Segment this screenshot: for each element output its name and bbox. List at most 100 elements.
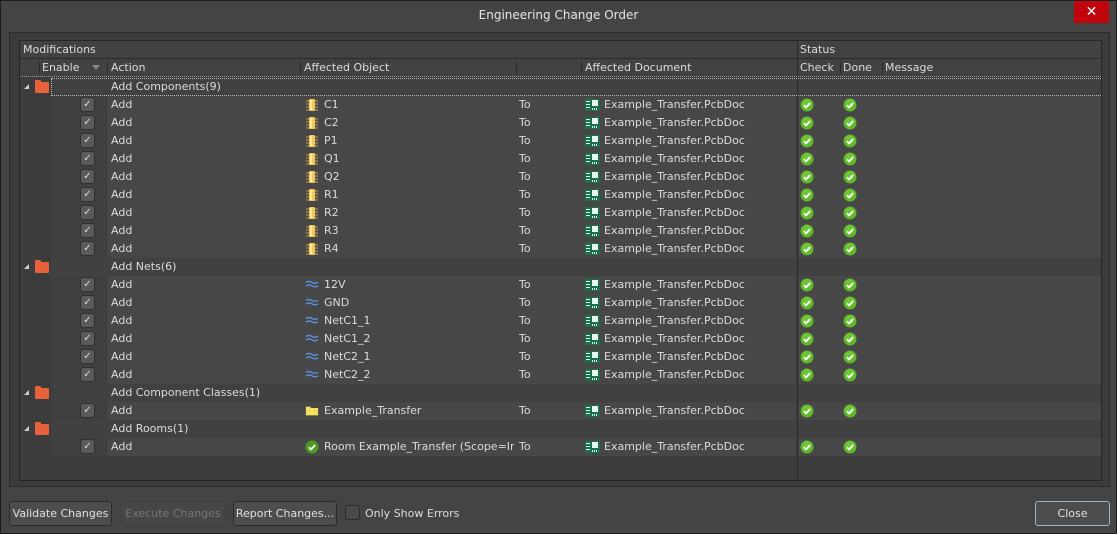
action-cell: Add: [111, 152, 133, 165]
header-affected-object[interactable]: Affected Object: [304, 61, 389, 74]
table-row[interactable]: ✓ Add Example_Transfer To Example_Transf…: [20, 402, 1101, 420]
header-action[interactable]: Action: [111, 61, 145, 74]
header-separator: [300, 62, 301, 74]
affected-document-cell: Example_Transfer.PcbDoc: [604, 314, 745, 327]
report-changes-button[interactable]: Report Changes...: [233, 501, 337, 526]
pcb-document-icon: [585, 135, 600, 147]
action-cell: Add: [111, 440, 133, 453]
grid-rows: Add Components(9) ✓ Add C1 To Example_Tr…: [20, 78, 1101, 456]
table-row[interactable]: ✓ Add C2 To Example_Transfer.PcbDoc: [20, 114, 1101, 132]
pcb-document-icon: [585, 333, 600, 345]
enable-checkbox[interactable]: ✓: [80, 151, 95, 166]
pcb-document-icon: [585, 117, 600, 129]
affected-object-cell: Example_Transfer: [324, 404, 422, 417]
to-cell: To: [519, 206, 531, 219]
enable-checkbox[interactable]: ✓: [80, 295, 95, 310]
table-row[interactable]: ✓ Add R1 To Example_Transfer.PcbDoc: [20, 186, 1101, 204]
group-row[interactable]: Add Components(9): [20, 78, 1101, 96]
group-row[interactable]: Add Nets(6): [20, 258, 1101, 276]
pcb-document-icon: [585, 369, 600, 381]
only-show-errors-label[interactable]: Only Show Errors: [365, 507, 459, 520]
close-icon[interactable]: ✕: [1074, 1, 1109, 23]
pcb-document-icon: [585, 189, 600, 201]
action-cell: Add: [111, 98, 133, 111]
collapse-icon[interactable]: [24, 426, 29, 431]
to-cell: To: [519, 188, 531, 201]
enable-checkbox[interactable]: ✓: [80, 187, 95, 202]
affected-object-cell: Q2: [324, 170, 340, 183]
header-done[interactable]: Done: [843, 61, 872, 74]
header-enable[interactable]: Enable: [42, 61, 79, 74]
component-icon: [305, 206, 319, 220]
table-row[interactable]: ✓ Add R4 To Example_Transfer.PcbDoc: [20, 240, 1101, 258]
header-separator: [107, 62, 108, 74]
check-ok-icon: [800, 170, 814, 184]
header-affected-document[interactable]: Affected Document: [585, 61, 691, 74]
affected-document-cell: Example_Transfer.PcbDoc: [604, 296, 745, 309]
execute-changes-button[interactable]: Execute Changes: [121, 501, 225, 526]
to-cell: To: [519, 332, 531, 345]
collapse-icon[interactable]: [24, 264, 29, 269]
affected-object-cell: C2: [324, 116, 339, 129]
dialog-footer: Validate Changes Execute Changes Report …: [1, 488, 1116, 534]
affected-document-cell: Example_Transfer.PcbDoc: [604, 440, 745, 453]
to-cell: To: [519, 278, 531, 291]
table-row[interactable]: ✓ Add GND To Example_Transfer.PcbDoc: [20, 294, 1101, 312]
affected-object-cell: Room Example_Transfer (Scope=InComponent…: [324, 440, 514, 453]
check-ok-icon: [800, 224, 814, 238]
enable-checkbox[interactable]: ✓: [80, 349, 95, 364]
enable-checkbox[interactable]: ✓: [80, 223, 95, 238]
enable-checkbox[interactable]: ✓: [80, 133, 95, 148]
table-row[interactable]: ✓ Add NetC1_2 To Example_Transfer.PcbDoc: [20, 330, 1101, 348]
enable-checkbox[interactable]: ✓: [80, 331, 95, 346]
pcb-document-icon: [585, 171, 600, 183]
table-row[interactable]: ✓ Add C1 To Example_Transfer.PcbDoc: [20, 96, 1101, 114]
enable-checkbox[interactable]: ✓: [80, 241, 95, 256]
enable-checkbox[interactable]: ✓: [80, 205, 95, 220]
check-ok-icon: [800, 152, 814, 166]
enable-checkbox[interactable]: ✓: [80, 169, 95, 184]
check-ok-icon: [800, 188, 814, 202]
table-row[interactable]: ✓ Add 12V To Example_Transfer.PcbDoc: [20, 276, 1101, 294]
action-cell: Add: [111, 332, 133, 345]
affected-object-cell: 12V: [324, 278, 346, 291]
enable-checkbox[interactable]: ✓: [80, 439, 95, 454]
pcb-document-icon: [585, 153, 600, 165]
group-row[interactable]: Add Component Classes(1): [20, 384, 1101, 402]
table-row[interactable]: ✓ Add NetC2_2 To Example_Transfer.PcbDoc: [20, 366, 1101, 384]
table-row[interactable]: ✓ Add Q1 To Example_Transfer.PcbDoc: [20, 150, 1101, 168]
group-row[interactable]: Add Rooms(1): [20, 420, 1101, 438]
collapse-icon[interactable]: [24, 390, 29, 395]
component-icon: [305, 170, 319, 184]
enable-checkbox[interactable]: ✓: [80, 403, 95, 418]
header-check[interactable]: Check: [800, 61, 834, 74]
enable-checkbox[interactable]: ✓: [80, 313, 95, 328]
validate-changes-button[interactable]: Validate Changes: [9, 501, 112, 526]
dialog-title: Engineering Change Order: [478, 8, 639, 22]
to-cell: To: [519, 152, 531, 165]
header-separator: [581, 62, 582, 74]
table-row[interactable]: ✓ Add NetC1_1 To Example_Transfer.PcbDoc: [20, 312, 1101, 330]
folder-icon: [35, 422, 49, 435]
table-row[interactable]: ✓ Add NetC2_1 To Example_Transfer.PcbDoc: [20, 348, 1101, 366]
enable-checkbox[interactable]: ✓: [80, 97, 95, 112]
table-row[interactable]: ✓ Add Q2 To Example_Transfer.PcbDoc: [20, 168, 1101, 186]
enable-checkbox[interactable]: ✓: [80, 277, 95, 292]
table-row[interactable]: ✓ Add Room Example_Transfer (Scope=InCom…: [20, 438, 1101, 456]
table-row[interactable]: ✓ Add P1 To Example_Transfer.PcbDoc: [20, 132, 1101, 150]
table-row[interactable]: ✓ Add R3 To Example_Transfer.PcbDoc: [20, 222, 1101, 240]
to-cell: To: [519, 116, 531, 129]
room-icon: [305, 440, 319, 454]
sort-down-icon[interactable]: [92, 65, 100, 70]
collapse-icon[interactable]: [24, 84, 29, 89]
check-ok-icon: [800, 332, 814, 346]
enable-checkbox[interactable]: ✓: [80, 115, 95, 130]
only-show-errors-checkbox[interactable]: [345, 505, 360, 520]
net-icon: [305, 350, 319, 364]
enable-checkbox[interactable]: ✓: [80, 367, 95, 382]
affected-object-cell: NetC1_2: [324, 332, 371, 345]
header-message[interactable]: Message: [885, 61, 933, 74]
table-row[interactable]: ✓ Add R2 To Example_Transfer.PcbDoc: [20, 204, 1101, 222]
close-button[interactable]: Close: [1035, 501, 1110, 526]
action-cell: Add: [111, 224, 133, 237]
